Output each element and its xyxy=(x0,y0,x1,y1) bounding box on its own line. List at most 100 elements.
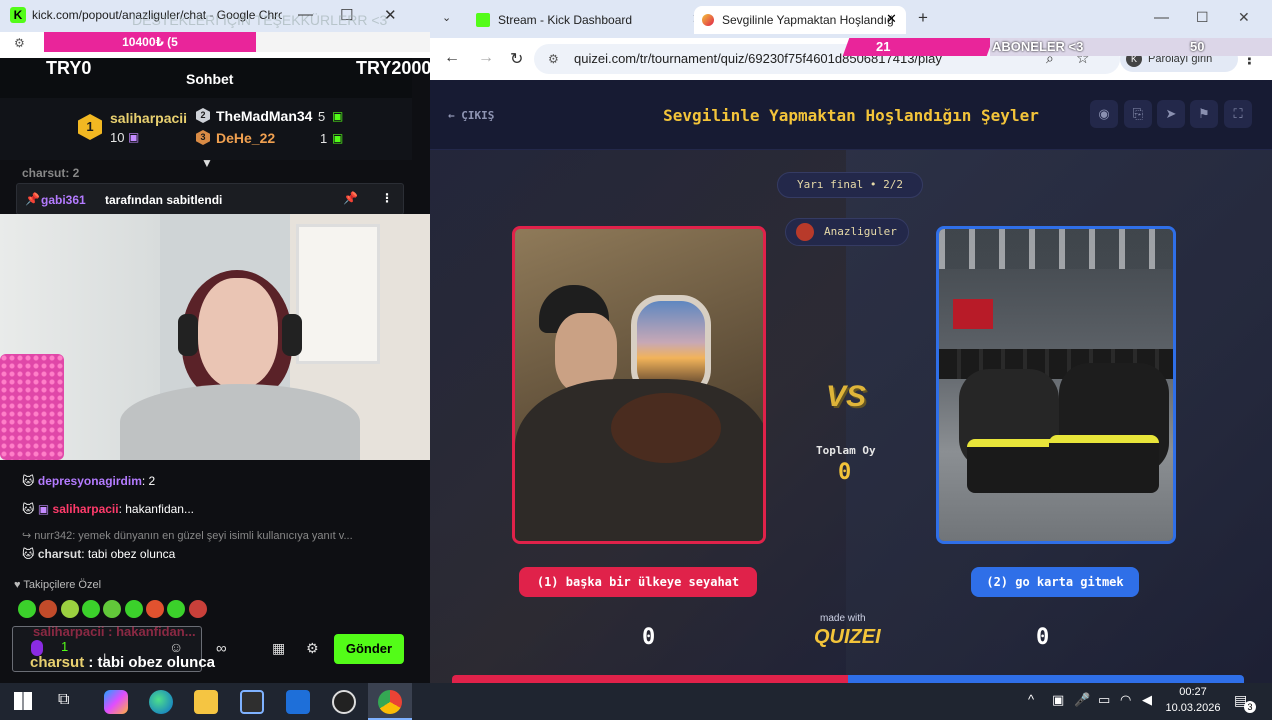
choice-1-button[interactable]: (1) başka bir ülkeye seyahat xyxy=(519,567,757,597)
banner-decoration xyxy=(953,299,993,329)
send-icon[interactable]: ➤ xyxy=(1157,100,1185,128)
site-settings-icon[interactable]: ⚙ xyxy=(14,36,25,50)
emote-icon[interactable] xyxy=(60,600,79,618)
quiz-browser-window: ⌄ Stream - Kick Dashboard ✕ Sevgilinle Y… xyxy=(430,0,1272,683)
kick-favicon-icon xyxy=(476,13,490,27)
send-button[interactable]: Gönder xyxy=(334,634,404,664)
leader-2-count: 5 xyxy=(318,109,326,124)
round-badge: Yarı final • 2/2 xyxy=(777,172,923,198)
clock-time[interactable]: 00:27 xyxy=(1166,686,1220,698)
leader-3-name[interactable]: DeHe_22 xyxy=(216,130,275,146)
file-explorer-icon[interactable] xyxy=(194,690,218,714)
input-overlay-message: charsut : tabi obez olunca xyxy=(30,654,216,671)
chat-username[interactable]: saliharpacii xyxy=(53,502,119,516)
reload-icon[interactable]: ↻ xyxy=(510,49,523,69)
pin-icon: 📌 xyxy=(25,192,40,206)
volume-icon[interactable]: ◀ xyxy=(1142,692,1152,708)
unpin-icon[interactable]: 📌 xyxy=(343,191,358,205)
tab-kick-dashboard[interactable]: Stream - Kick Dashboard xyxy=(470,6,686,34)
goal-right-value: TRY2000 xyxy=(356,58,430,78)
emote-icon[interactable] xyxy=(146,600,165,618)
leader-3-count: 1 xyxy=(320,131,328,146)
choice-1-card[interactable] xyxy=(512,226,766,544)
gear-icon[interactable]: ⚙ xyxy=(306,640,319,657)
store-icon[interactable]: ▦ xyxy=(272,640,285,657)
collapse-icon[interactable]: ▼ xyxy=(201,156,213,170)
emote-icon[interactable] xyxy=(18,600,36,618)
emote-icon[interactable] xyxy=(82,600,101,618)
chat-username[interactable]: depresyonagirdim xyxy=(38,474,142,488)
task-view-icon[interactable]: ⧉ xyxy=(58,691,69,709)
notification-count: 3 xyxy=(1244,701,1256,713)
sub-badge-icon: ▣ xyxy=(37,502,50,516)
fullscreen-icon[interactable]: ⛶ xyxy=(1224,100,1252,128)
rank-3-badge: 3 xyxy=(196,130,210,145)
edge-icon[interactable] xyxy=(149,690,173,714)
vs-icon: VS xyxy=(826,380,867,413)
emote-icon[interactable] xyxy=(39,600,58,618)
eye-icon[interactable]: ◉ xyxy=(1090,100,1118,128)
quiz-header: ← ÇIKIŞ Sevgilinle Yapmaktan Hoşlandığın… xyxy=(430,80,1272,150)
site-info-icon[interactable]: ⚙ xyxy=(548,52,559,66)
chat-header: TRY0 Sohbet TRY2000 xyxy=(0,58,430,98)
leader-2-name[interactable]: TheMadMan34 xyxy=(216,108,312,124)
camera-icon[interactable]: ▣ xyxy=(1052,692,1064,708)
emote-row xyxy=(18,600,207,621)
chrome-icon[interactable] xyxy=(378,690,402,714)
flag-icon[interactable]: ⚑ xyxy=(1190,100,1218,128)
kick-chat-window: K kick.com/popout/anazliguler/chat - Goo… xyxy=(0,0,430,683)
share-icon[interactable]: ⎘ xyxy=(1124,100,1152,128)
battery-icon[interactable]: ▭ xyxy=(1098,692,1110,708)
chat-text: : 2 xyxy=(141,474,156,488)
infinity-icon[interactable]: ∞ xyxy=(216,640,227,657)
chat-message: 🐱 ▣ saliharpacii: hakanfidan... xyxy=(22,502,194,516)
outlook-icon[interactable] xyxy=(286,690,310,714)
webcam-feed xyxy=(0,214,430,460)
goal-left-value: TRY0 xyxy=(46,58,92,78)
heart-icon: ♥ xyxy=(14,579,21,591)
choice-2-score: 0 xyxy=(1036,625,1050,650)
cat-badge-icon: 🐱 xyxy=(22,502,35,516)
input-ghost-text: saliharpacii : hakanfidan... xyxy=(33,624,196,639)
leader-1-name[interactable]: saliharpacii xyxy=(110,110,187,126)
wifi-icon[interactable]: ◠ xyxy=(1120,692,1131,708)
leader-1-count: 10 xyxy=(110,130,125,145)
vote-bar-left xyxy=(452,675,848,683)
new-tab-icon[interactable]: + xyxy=(918,8,928,28)
maximize-icon[interactable]: ☐ xyxy=(1196,9,1209,26)
close-icon[interactable]: ✕ xyxy=(1238,9,1250,26)
tab-search-icon[interactable]: ⌄ xyxy=(442,11,451,24)
sub-goal-label: ABONELER <3 xyxy=(992,39,1084,54)
chat-message: 🐱 depresyonagirdim: 2 xyxy=(22,474,155,488)
copilot-icon[interactable] xyxy=(104,690,128,714)
tab-close-icon[interactable]: ✕ xyxy=(886,11,897,27)
pinned-message-bar[interactable]: 📌 gabi361 tarafından sabitlendi 📌 ⋮ xyxy=(16,183,404,215)
quizei-favicon-icon xyxy=(702,14,714,26)
emoji-icon[interactable]: ☺ xyxy=(169,639,183,655)
emote-icon[interactable] xyxy=(124,600,143,618)
emote-icon[interactable] xyxy=(188,600,207,618)
emote-icon[interactable] xyxy=(103,600,122,618)
sub-goal-target: 50 xyxy=(1190,39,1205,54)
chat-title: Sohbet xyxy=(186,71,234,87)
minimize-icon[interactable]: — xyxy=(1154,9,1169,26)
tab-quizei[interactable]: Sevgilinle Yapmaktan Hoşlandığ xyxy=(694,6,906,34)
choice-1-score: 0 xyxy=(642,625,656,650)
emote-icon[interactable] xyxy=(167,600,186,618)
clock-date[interactable]: 10.03.2026 xyxy=(1162,702,1224,714)
donation-progress-track xyxy=(256,32,430,52)
rank-2-badge: 2 xyxy=(196,108,210,123)
start-icon[interactable] xyxy=(14,692,32,710)
store-icon[interactable] xyxy=(240,690,264,714)
choice-2-button[interactable]: (2) go karta gitmek xyxy=(971,567,1139,597)
microphone-icon[interactable]: 🎤 xyxy=(1074,692,1090,708)
host-avatar-icon xyxy=(796,223,814,241)
more-options-icon[interactable]: ⋮ xyxy=(381,191,393,205)
choice-2-card[interactable] xyxy=(936,226,1176,544)
cat-badge-icon: 🐱 xyxy=(22,474,35,488)
forward-icon[interactable]: → xyxy=(478,49,494,67)
obs-icon[interactable] xyxy=(332,690,356,714)
back-icon[interactable]: ← xyxy=(444,49,460,67)
chat-username[interactable]: charsut xyxy=(38,547,81,561)
show-hidden-icons-icon[interactable]: ^ xyxy=(1028,692,1034,707)
